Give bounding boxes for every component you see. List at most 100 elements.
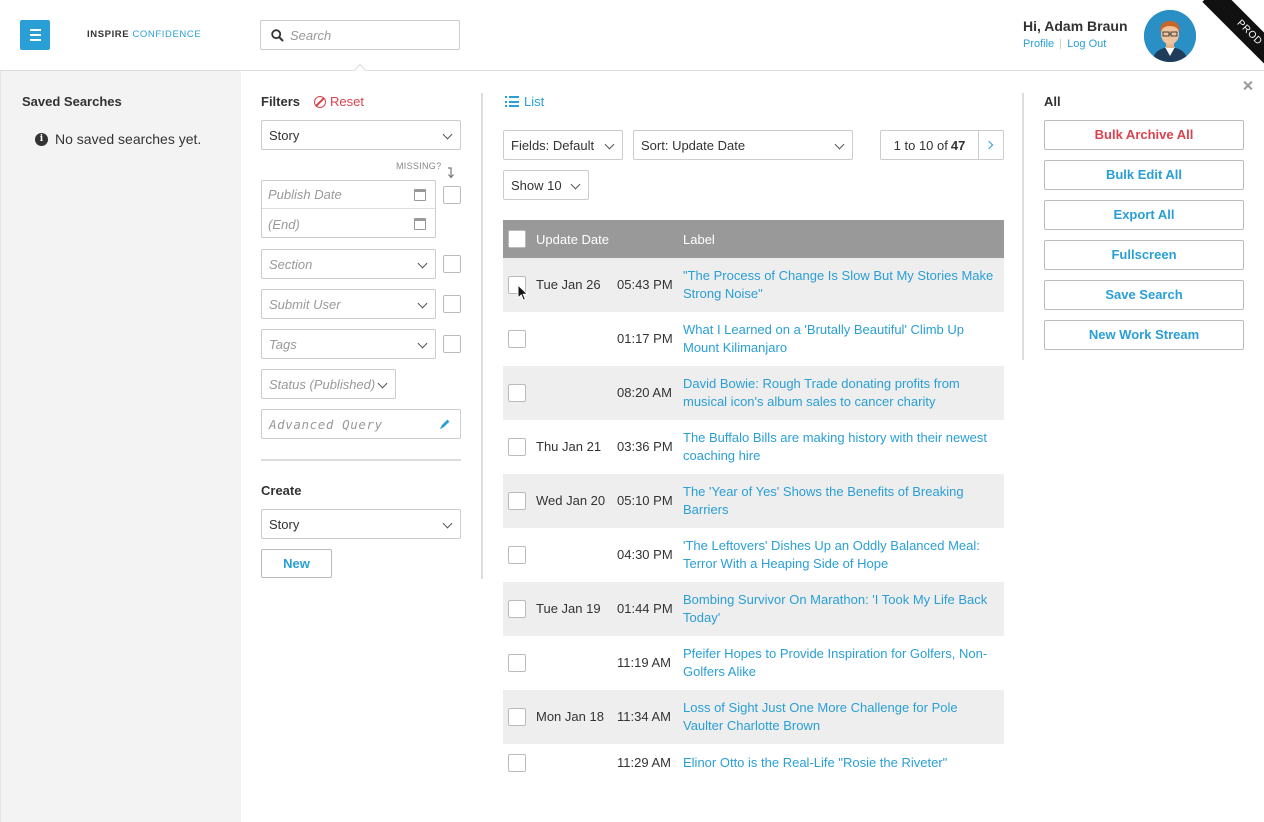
submit-user-select[interactable]: Submit User xyxy=(261,289,436,319)
row-checkbox[interactable] xyxy=(508,600,526,618)
search-icon xyxy=(271,29,284,42)
create-title: Create xyxy=(261,483,302,498)
new-content-button[interactable]: New xyxy=(261,549,332,578)
logout-link[interactable]: Log Out xyxy=(1067,38,1106,50)
export-all-button[interactable]: Export All xyxy=(1044,200,1244,230)
save-search-button[interactable]: Save Search xyxy=(1044,280,1244,310)
table-header: Update Date Label xyxy=(503,220,1004,258)
filters-title: Filters xyxy=(261,94,301,109)
advanced-query-field[interactable]: Advanced Query xyxy=(261,409,461,439)
row-checkbox[interactable] xyxy=(508,754,526,772)
column-label[interactable]: Label xyxy=(683,232,715,247)
status-placeholder: Status (Published) xyxy=(269,376,376,392)
top-bar: INSPIRE CONFIDENCE Hi, Adam Braun Profil… xyxy=(0,0,1264,80)
publish-date-field[interactable]: Publish Date xyxy=(262,181,435,209)
tags-missing-checkbox[interactable] xyxy=(443,335,461,353)
bulk-edit-button[interactable]: Bulk Edit All xyxy=(1044,160,1244,190)
row-label-link[interactable]: The Buffalo Bills are making history wit… xyxy=(683,429,1001,465)
hamburger-menu-icon[interactable] xyxy=(20,20,50,50)
table-row[interactable]: Thu Jan 21 03:36 PM The Buffalo Bills are … xyxy=(503,420,1004,474)
table-row[interactable]: Tue Jan 19 01:44 PM Bombing Survivor On Ma… xyxy=(503,582,1004,636)
reset-filters-button[interactable]: Reset xyxy=(314,94,364,109)
submit-user-missing-checkbox[interactable] xyxy=(443,295,461,313)
fields-select[interactable]: Fields: Default xyxy=(503,130,623,160)
row-checkbox[interactable] xyxy=(508,654,526,672)
user-greeting: Hi, Adam Braun xyxy=(1023,18,1128,34)
table-row[interactable]: 11:29 AM Elinor Otto is the Real-Life "Ro… xyxy=(503,744,1004,782)
fullscreen-button[interactable]: Fullscreen xyxy=(1044,240,1244,270)
table-row[interactable]: 08:20 AM David Bowie: Rough Trade donatin… xyxy=(503,366,1004,420)
row-checkbox[interactable] xyxy=(508,384,526,402)
search-input[interactable] xyxy=(290,27,450,43)
page-size-value: Show 10 xyxy=(511,177,562,193)
calendar-icon[interactable] xyxy=(414,218,426,230)
tags-select[interactable]: Tags xyxy=(261,329,436,359)
row-date: Wed Jan 20 xyxy=(536,493,606,508)
reset-label: Reset xyxy=(330,94,364,109)
chevron-down-icon xyxy=(417,298,428,309)
row-date: Tue Jan 19 xyxy=(536,601,601,616)
row-label-link[interactable]: David Bowie: Rough Trade donating profit… xyxy=(683,375,1001,411)
row-label-link[interactable]: Bombing Survivor On Marathon: 'I Took My… xyxy=(683,591,1001,627)
row-checkbox[interactable] xyxy=(508,438,526,456)
bulk-actions-title: All xyxy=(1044,94,1061,109)
submit-user-placeholder: Submit User xyxy=(269,296,341,312)
close-icon[interactable] xyxy=(1241,79,1255,93)
page-size-select[interactable]: Show 10 xyxy=(503,170,589,200)
advanced-query-placeholder: Advanced Query xyxy=(269,416,383,432)
new-work-stream-button[interactable]: New Work Stream xyxy=(1044,320,1244,350)
row-checkbox[interactable] xyxy=(508,330,526,348)
row-time: 01:44 PM xyxy=(617,601,673,616)
create-type-select[interactable]: Story xyxy=(261,509,461,539)
chevron-down-icon xyxy=(417,258,428,269)
row-checkbox[interactable] xyxy=(508,708,526,726)
row-time: 11:29 AM xyxy=(617,755,671,770)
row-time: 01:17 PM xyxy=(617,331,673,346)
logo-text-accent: CONFIDENCE xyxy=(132,29,202,40)
list-view-label: List xyxy=(524,94,545,109)
table-row[interactable]: Tue Jan 26 05:43 PM "The Process of Change… xyxy=(503,258,1004,312)
pencil-icon[interactable] xyxy=(439,418,451,430)
sort-value: Sort: Update Date xyxy=(641,137,746,153)
table-row[interactable]: Mon Jan 18 11:34 AM Loss of Sight Just One… xyxy=(503,690,1004,744)
table-body: Tue Jan 26 05:43 PM "The Process of Change… xyxy=(503,258,1004,782)
row-label-link[interactable]: Pfeifer Hopes to Provide Inspiration for… xyxy=(683,645,1001,681)
list-view-toggle[interactable]: List xyxy=(505,94,544,109)
app-logo[interactable]: INSPIRE CONFIDENCE xyxy=(87,29,201,40)
column-update-date[interactable]: Update Date xyxy=(536,232,609,247)
row-label-link[interactable]: Elinor Otto is the Real-Life "Rosie the … xyxy=(683,754,1001,772)
empty-saved-searches: i No saved searches yet. xyxy=(35,131,201,147)
section-select[interactable]: Section xyxy=(261,249,436,279)
sort-select[interactable]: Sort: Update Date xyxy=(633,130,853,160)
empty-saved-searches-text: No saved searches yet. xyxy=(55,131,202,147)
pagination-range: 1 to 10 of xyxy=(893,137,948,153)
end-date-field[interactable]: (End) xyxy=(262,210,435,238)
chevron-down-icon xyxy=(377,378,388,389)
table-row[interactable]: 11:19 AM Pfeifer Hopes to Provide Inspira… xyxy=(503,636,1004,690)
row-label-link[interactable]: Loss of Sight Just One More Challenge fo… xyxy=(683,699,1001,735)
row-label-link[interactable]: 'The Leftovers' Dishes Up an Oddly Balan… xyxy=(683,537,1001,573)
calendar-icon[interactable] xyxy=(414,189,426,201)
select-all-checkbox[interactable] xyxy=(508,230,526,248)
row-label-link[interactable]: What I Learned on a 'Brutally Beautiful'… xyxy=(683,321,1001,357)
search-box[interactable] xyxy=(260,20,460,50)
table-row[interactable]: Wed Jan 20 05:10 PM The 'Year of Yes' Show… xyxy=(503,474,1004,528)
publish-date-missing-checkbox[interactable] xyxy=(443,186,461,204)
section-missing-checkbox[interactable] xyxy=(443,255,461,273)
row-checkbox[interactable] xyxy=(508,546,526,564)
status-select[interactable]: Status (Published) xyxy=(261,369,396,399)
table-row[interactable]: 04:30 PM 'The Leftovers' Dishes Up an Odd… xyxy=(503,528,1004,582)
results-table: Update Date Label Tue Jan 26 05:43 PM "The… xyxy=(503,220,1004,782)
next-page-button[interactable] xyxy=(979,131,1003,159)
row-checkbox[interactable] xyxy=(508,492,526,510)
results-actions-divider xyxy=(1022,93,1024,360)
missing-sort-icon[interactable] xyxy=(447,167,455,179)
pagination-text: 1 to 10 of 47 xyxy=(881,131,979,159)
profile-link[interactable]: Profile xyxy=(1023,38,1054,50)
content-type-select[interactable]: Story xyxy=(261,120,461,150)
list-icon xyxy=(505,96,519,107)
bulk-archive-button[interactable]: Bulk Archive All xyxy=(1044,120,1244,150)
table-row[interactable]: 01:17 PM What I Learned on a 'Brutally Be… xyxy=(503,312,1004,366)
row-label-link[interactable]: The 'Year of Yes' Shows the Benefits of … xyxy=(683,483,1001,519)
row-label-link[interactable]: "The Process of Change Is Slow But My St… xyxy=(683,267,1001,303)
